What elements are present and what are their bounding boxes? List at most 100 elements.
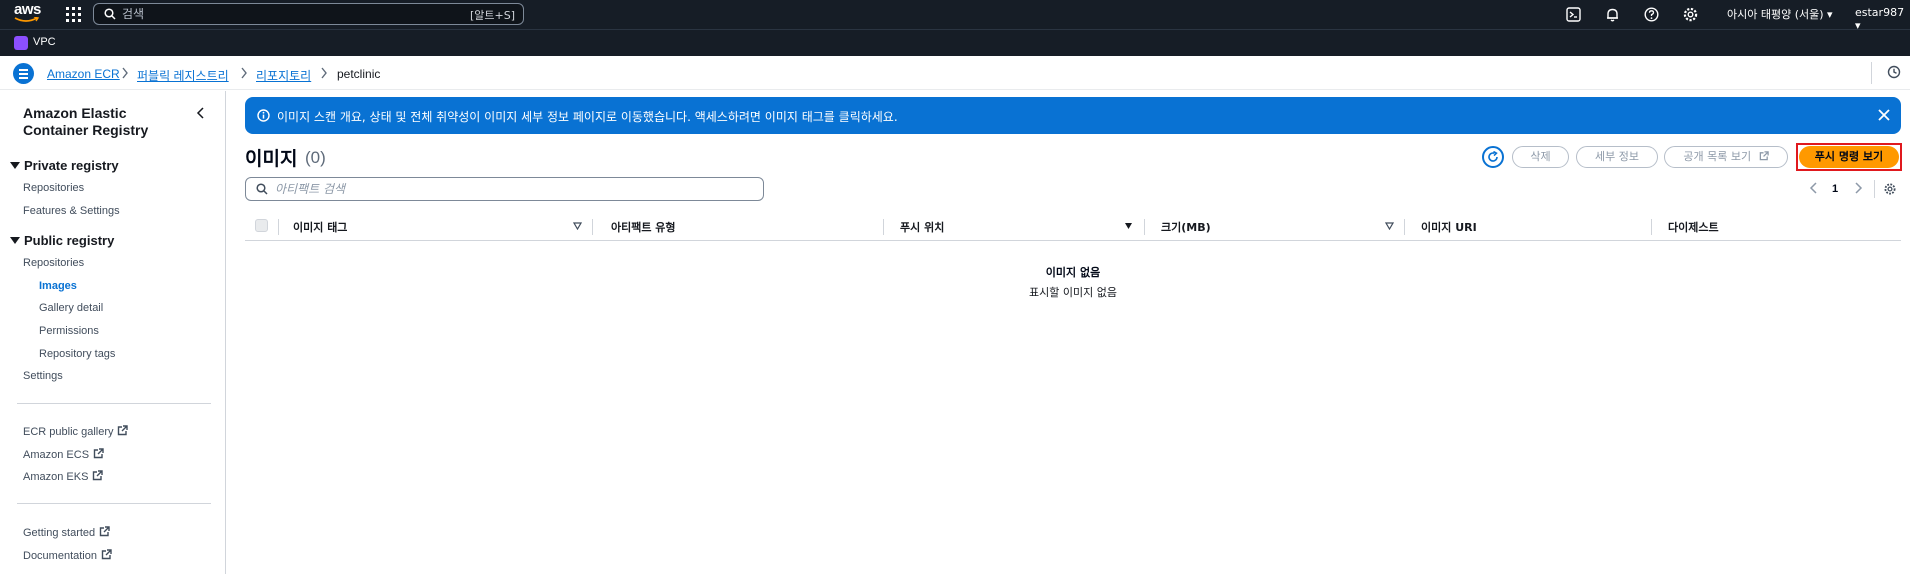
flashbar-message: 이미지 스캔 개요, 상태 및 전체 취약성이 이미지 세부 정보 페이지로 이… <box>277 110 898 124</box>
table-preferences-gear-icon[interactable] <box>1883 182 1897 196</box>
details-button[interactable]: 세부 정보 <box>1576 146 1658 168</box>
help-icon[interactable] <box>1643 6 1660 23</box>
search-shortcut-hint: [알트+S] <box>469 9 515 22</box>
column-header-artifact-type[interactable]: 아티팩트 유형 <box>611 219 676 235</box>
page-title: 이미지 <box>245 148 298 170</box>
collapse-sidebar-icon[interactable] <box>196 107 206 119</box>
hamburger-icon <box>19 69 28 71</box>
account-username: estar987 <box>1855 6 1905 19</box>
artifact-search[interactable] <box>245 177 764 201</box>
info-icon <box>257 109 270 122</box>
external-link-icon <box>99 526 110 537</box>
search-icon <box>104 8 116 20</box>
delete-button[interactable]: 삭제 <box>1512 146 1569 168</box>
caret-down-icon: ▾ <box>1827 8 1833 21</box>
sort-icon[interactable] <box>1385 222 1394 230</box>
link-label: Amazon EKS <box>23 471 89 483</box>
images-table-header: 이미지 태그 아티팩트 유형 푸시 위치 크기(MB) 이미지 URI 다이제스… <box>245 213 1901 241</box>
breadcrumb-bar: Amazon ECR 퍼블릭 레지스트리 리포지토리 petclinic <box>0 56 1910 90</box>
recent-history-icon[interactable] <box>1887 65 1901 79</box>
chevron-right-icon <box>321 67 327 79</box>
info-flashbar: 이미지 스캔 개요, 상태 및 전체 취약성이 이미지 세부 정보 페이지로 이… <box>245 97 1901 134</box>
current-page-number[interactable]: 1 <box>1832 183 1838 195</box>
side-navigation: Amazon Elastic Container Registry Privat… <box>0 91 226 574</box>
refresh-button[interactable] <box>1482 146 1504 168</box>
next-page-icon[interactable] <box>1853 182 1863 194</box>
notifications-bell-icon[interactable] <box>1604 6 1621 23</box>
global-search[interactable]: [알트+S] <box>93 3 524 25</box>
external-link-icon <box>118 425 129 436</box>
sidebar-item-private-repositories[interactable]: Repositories <box>23 182 84 194</box>
view-push-commands-button[interactable]: 푸시 명령 보기 <box>1799 146 1899 168</box>
column-header-image-tag[interactable]: 이미지 태그 <box>293 219 347 235</box>
services-grid-icon[interactable] <box>66 7 81 22</box>
column-divider <box>1404 219 1405 235</box>
aws-smile-icon <box>14 17 40 22</box>
sidebar-link-ecr-public-gallery[interactable]: ECR public gallery <box>23 425 129 438</box>
column-header-size[interactable]: 크기(MB) <box>1161 219 1211 235</box>
sidebar-link-getting-started[interactable]: Getting started <box>23 526 110 539</box>
hamburger-icon <box>19 77 28 79</box>
link-label: Documentation <box>23 550 97 562</box>
region-selector[interactable]: 아시아 태평양 (서울) ▾ <box>1727 6 1833 22</box>
breadcrumb-public-registry[interactable]: 퍼블릭 레지스트리 <box>137 67 229 84</box>
global-search-input[interactable] <box>122 6 422 22</box>
breadcrumb-repositories[interactable]: 리포지토리 <box>256 67 311 84</box>
vpc-shortcut-label[interactable]: VPC <box>33 36 56 48</box>
caret-down-icon <box>10 162 20 169</box>
sidebar-item-permissions[interactable]: Permissions <box>39 325 99 337</box>
select-all-checkbox[interactable] <box>255 219 268 232</box>
sidebar-service-title[interactable]: Amazon Elastic Container Registry <box>23 105 173 139</box>
hamburger-icon <box>19 73 28 75</box>
artifact-search-input[interactable] <box>275 181 675 197</box>
column-divider <box>883 219 884 235</box>
empty-state-title: 이미지 없음 <box>1045 266 1101 279</box>
empty-state-subtitle: 표시할 이미지 없음 <box>1029 286 1117 299</box>
breadcrumb-amazon-ecr[interactable]: Amazon ECR <box>47 67 120 81</box>
image-count: (0) <box>305 148 326 167</box>
column-divider <box>1651 219 1652 235</box>
divider <box>1874 180 1875 198</box>
vpc-service-icon[interactable] <box>14 36 28 50</box>
sort-icon[interactable] <box>573 222 582 230</box>
sidebar-item-repository-tags[interactable]: Repository tags <box>39 348 115 360</box>
sidebar-item-features-settings[interactable]: Features & Settings <box>23 205 120 217</box>
sidebar-item-gallery-detail[interactable]: Gallery detail <box>39 302 103 314</box>
column-header-digest[interactable]: 다이제스트 <box>1668 219 1719 235</box>
navigation-menu-button[interactable] <box>13 63 34 84</box>
link-label: ECR public gallery <box>23 426 114 438</box>
sidebar-item-settings[interactable]: Settings <box>23 370 63 382</box>
settings-gear-icon[interactable] <box>1682 6 1699 23</box>
previous-page-icon[interactable] <box>1809 182 1819 194</box>
aws-logo[interactable]: aws <box>14 2 42 25</box>
sidebar-section-public-registry[interactable]: Public registry <box>10 233 114 248</box>
sidebar-link-amazon-ecs[interactable]: Amazon ECS <box>23 448 104 461</box>
caret-down-icon <box>10 237 20 244</box>
close-icon[interactable] <box>1877 108 1891 122</box>
column-header-pushed-at[interactable]: 푸시 위치 <box>900 219 944 235</box>
search-icon <box>256 183 268 195</box>
sidebar-link-amazon-eks[interactable]: Amazon EKS <box>23 470 104 483</box>
refresh-icon <box>1488 151 1498 162</box>
sidebar-section-private-registry[interactable]: Private registry <box>10 158 119 173</box>
column-header-image-uri[interactable]: 이미지 URI <box>1421 219 1477 235</box>
link-label: Amazon ECS <box>23 449 90 461</box>
sort-descending-icon[interactable] <box>1124 222 1133 230</box>
sidebar-link-documentation[interactable]: Documentation <box>23 549 112 562</box>
section-label: Public registry <box>24 233 115 248</box>
column-divider <box>592 219 593 235</box>
region-label: 아시아 태평양 (서울) <box>1727 8 1824 21</box>
view-public-listing-button[interactable]: 공개 목록 보기 <box>1664 146 1788 168</box>
external-link-icon <box>101 549 112 560</box>
divider <box>1871 62 1872 84</box>
external-link-icon <box>1759 151 1769 161</box>
column-divider <box>278 219 279 235</box>
external-link-icon <box>93 470 104 481</box>
top-navigation-bar: aws [알트+S] 아시아 태평양 (서울) ▾ estar987 ▾ <box>0 0 1910 32</box>
chevron-right-icon <box>241 67 247 79</box>
breadcrumb-current-repository: petclinic <box>337 67 381 81</box>
button-label: 공개 목록 보기 <box>1683 150 1752 163</box>
column-divider <box>1144 219 1145 235</box>
cloudshell-icon[interactable] <box>1565 6 1582 23</box>
chevron-right-icon <box>122 67 128 79</box>
